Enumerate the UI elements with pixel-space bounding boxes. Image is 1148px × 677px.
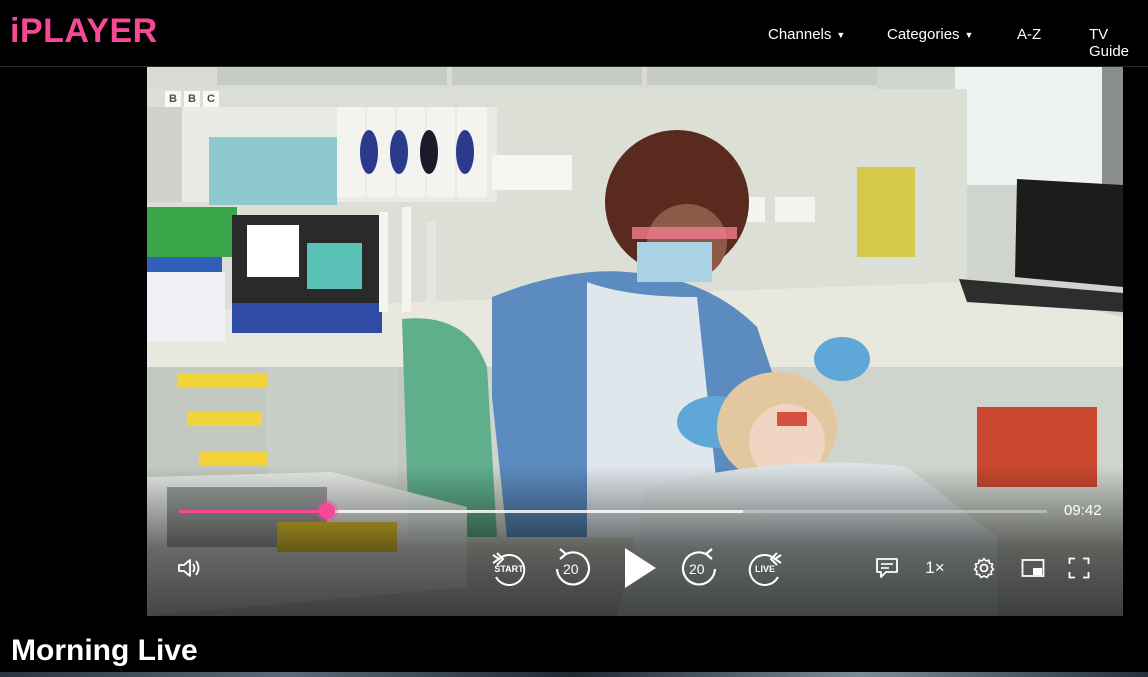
duration-label: 09:42 bbox=[1064, 502, 1102, 519]
play-button[interactable] bbox=[617, 544, 663, 592]
programme-title: Morning Live bbox=[11, 634, 198, 667]
volume-icon bbox=[178, 559, 200, 577]
skip-forward-button[interactable]: 20 bbox=[676, 545, 722, 591]
episode-strip bbox=[0, 672, 1148, 677]
subtitles-button[interactable] bbox=[873, 554, 901, 582]
progress-bar[interactable] bbox=[179, 503, 1047, 519]
skip-forward-seconds: 20 bbox=[689, 561, 705, 577]
nav-a-z[interactable]: A-Z bbox=[1017, 26, 1041, 43]
go-live-label: LIVE bbox=[754, 564, 775, 574]
picture-in-picture-icon bbox=[1021, 559, 1045, 577]
progress-played bbox=[179, 510, 328, 513]
nav-categories[interactable]: Categories ▼ bbox=[887, 26, 973, 43]
skip-back-button[interactable]: 20 bbox=[550, 545, 596, 591]
gear-icon bbox=[973, 557, 995, 579]
nav-categories-label: Categories bbox=[887, 26, 960, 43]
fullscreen-button[interactable] bbox=[1065, 554, 1093, 582]
iplayer-logo[interactable]: iPLAYER bbox=[10, 12, 158, 51]
nav-a-z-label: A-Z bbox=[1017, 26, 1042, 43]
nav-channels[interactable]: Channels ▼ bbox=[768, 26, 845, 43]
bbc-watermark-letter: C bbox=[203, 91, 219, 107]
nav-channels-label: Channels bbox=[768, 26, 832, 43]
bbc-watermark-letter: B bbox=[165, 91, 181, 107]
nav-tv-guide[interactable]: TV Guide bbox=[1089, 26, 1148, 60]
chevron-down-icon: ▼ bbox=[836, 29, 846, 40]
skip-back-seconds: 20 bbox=[563, 561, 579, 577]
play-icon bbox=[625, 548, 656, 588]
chevron-down-icon: ▼ bbox=[964, 29, 974, 40]
settings-button[interactable] bbox=[970, 554, 998, 582]
volume-button[interactable] bbox=[175, 553, 205, 583]
fullscreen-icon bbox=[1068, 557, 1090, 579]
bbc-watermark-letter: B bbox=[184, 91, 200, 107]
picture-in-picture-button[interactable] bbox=[1019, 555, 1047, 581]
bbc-watermark: B B C bbox=[165, 91, 219, 107]
video-player[interactable]: B B C 09:42 START 20 20 LIVE 1× bbox=[147, 67, 1123, 616]
go-live-button[interactable]: LIVE bbox=[743, 547, 787, 591]
site-header: iPLAYER Channels ▼ Categories ▼ A-Z TV G… bbox=[0, 0, 1148, 67]
controls-overlay bbox=[147, 466, 1123, 616]
subtitles-icon bbox=[876, 558, 898, 578]
restart-button[interactable]: START bbox=[487, 547, 531, 591]
restart-label: START bbox=[494, 564, 524, 574]
nav-tv-guide-label: TV Guide bbox=[1089, 26, 1130, 60]
playback-speed-button[interactable]: 1× bbox=[917, 553, 953, 583]
